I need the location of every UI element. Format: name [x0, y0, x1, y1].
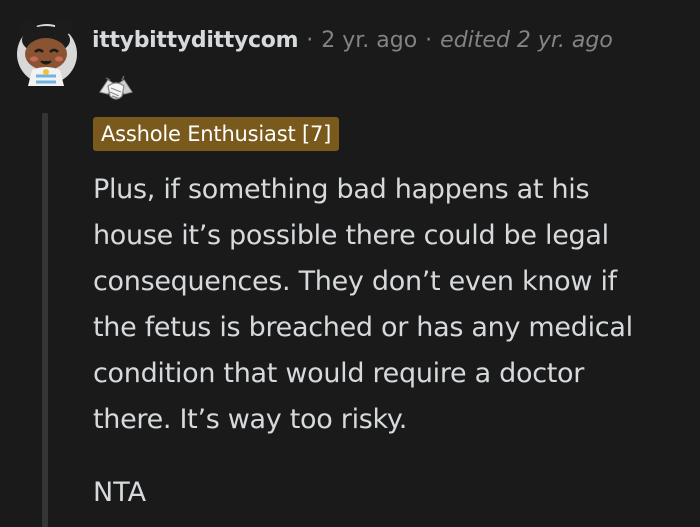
timestamp[interactable]: 2 yr. ago — [321, 28, 417, 53]
edited-timestamp: edited 2 yr. ago — [440, 28, 613, 53]
thread-collapse-line[interactable] — [42, 113, 48, 527]
user-avatar[interactable] — [14, 14, 80, 94]
separator-dot: · — [425, 28, 433, 53]
separator-dot: · — [306, 28, 314, 53]
user-flair-badge: Asshole Enthusiast [7] — [93, 117, 340, 151]
username-link[interactable]: ittybittydittycom — [92, 28, 299, 53]
comment-header: ittybittydittycom · 2 yr. ago · edited 2… — [92, 28, 613, 64]
comment-view: ittybittydittycom · 2 yr. ago · edited 2… — [0, 0, 700, 527]
comment-verdict: NTA — [93, 477, 147, 508]
handshake-award-icon — [99, 75, 133, 100]
snoo-avatar-icon — [17, 17, 77, 86]
award-badge[interactable] — [96, 72, 136, 106]
comment-body: Plus, if something bad happens at his ho… — [93, 174, 633, 435]
